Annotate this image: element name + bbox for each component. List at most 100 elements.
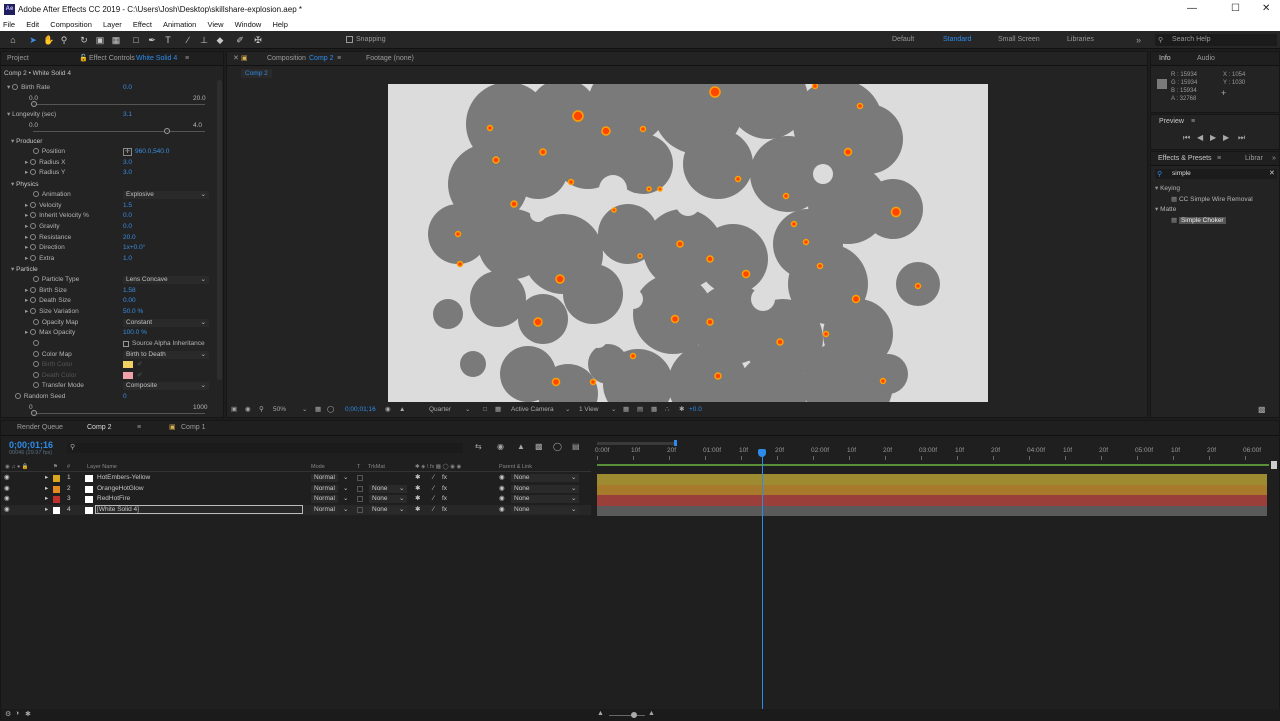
frame-blending-icon[interactable]: ▩ [535, 442, 543, 451]
effects-switch-icon[interactable]: fx [442, 473, 447, 484]
camera-tool-icon[interactable]: ▣ [95, 35, 105, 45]
views-dropdown-icon[interactable]: ⌄ [611, 402, 616, 417]
tab-timeline-comp-1[interactable]: Comp 1 [181, 421, 206, 435]
search-help-field[interactable]: ⚲ Search Help [1155, 34, 1277, 46]
slider-track[interactable] [33, 131, 205, 132]
property-value[interactable]: 0 [123, 392, 127, 403]
stopwatch-icon[interactable] [32, 351, 39, 358]
expand-triangle-icon[interactable]: ▸ [25, 297, 28, 304]
prev-frame-icon[interactable]: ◀ [1197, 133, 1203, 142]
property-group[interactable]: ▾ Particle [11, 265, 38, 276]
effect-row-source-alpha-inheritance[interactable]: Source Alpha Inheritance [1, 339, 213, 350]
preserve-transparency-checkbox[interactable] [357, 475, 363, 481]
effect-row-animation[interactable]: Animation Explosive ⌄ [1, 190, 213, 201]
rotate-tool-icon[interactable]: ↻ [79, 35, 89, 45]
layer-name[interactable]: OrangeHotGlow [97, 484, 144, 495]
panel-menu-icon[interactable]: ≡ [185, 52, 189, 66]
stopwatch-icon[interactable] [30, 308, 37, 315]
mask-visibility-icon[interactable]: ◉ [245, 402, 251, 417]
effect-row-size-variation[interactable]: ▸ Size Variation 50.0 % [1, 307, 213, 318]
effect-row-gravity[interactable]: ▸ Gravity 0.0 [1, 222, 213, 233]
stopwatch-icon[interactable] [12, 84, 19, 91]
comp-mini-flowchart-icon[interactable]: ⇆ [475, 442, 482, 451]
comp-tab-close-icon[interactable]: ✕ [233, 52, 239, 66]
stopwatch-icon[interactable] [32, 276, 39, 283]
expand-triangle-icon[interactable]: ▸ [25, 159, 28, 166]
expand-triangle-icon[interactable]: ▾ [11, 138, 14, 145]
tab-effect-controls[interactable]: Effect Controls [89, 52, 135, 66]
layer-row[interactable]: ◉ ▸ 2 OrangeHotGlow Normal ⌄ None ⌄ ✱ ∕ fx ◉ None ⌄ [1, 484, 591, 495]
property-dropdown[interactable]: Explosive ⌄ [123, 191, 209, 199]
menu-file[interactable]: File [3, 19, 15, 31]
work-area-bar[interactable] [597, 442, 675, 445]
toggle-pixel-aspect-icon[interactable]: ▦ [623, 402, 629, 417]
effect-row-0-0-range[interactable]: 0.0 20.0 [1, 94, 213, 107]
property-value[interactable]: 0.0 [123, 211, 132, 222]
effect-row-particle-type[interactable]: Particle Type Lens Concave ⌄ [1, 275, 213, 286]
tab-timeline-comp-2[interactable]: Comp 2 [87, 421, 112, 435]
stopwatch-icon[interactable] [32, 361, 39, 368]
zoom-in-icon[interactable]: ▲ [648, 710, 655, 717]
workspace-standard[interactable]: Standard [943, 36, 971, 43]
stopwatch-icon[interactable] [30, 234, 37, 241]
visibility-eye-icon[interactable]: ◉ [4, 505, 10, 516]
reset-exposure-icon[interactable]: ✱ [679, 402, 684, 417]
property-value[interactable]: 960.0,540.0 [135, 147, 169, 158]
flowchart-icon[interactable]: ∴ [665, 402, 669, 417]
puppet-tool-icon[interactable]: ✠ [253, 35, 263, 45]
layer-mode-select[interactable]: Normal [311, 484, 338, 493]
effect-row-longevity-sec[interactable]: ▾ Longevity (sec) 3.1 [1, 110, 213, 121]
maximize-button[interactable]: ☐ [1231, 3, 1240, 14]
effect-row-resistance[interactable]: ▸ Resistance 20.0 [1, 233, 213, 244]
quality-switch-icon[interactable]: ∕ [433, 473, 434, 484]
parent-select[interactable]: None [511, 474, 579, 482]
effect-row-inherit-velocity[interactable]: ▸ Inherit Velocity % 0.0 [1, 211, 213, 222]
stopwatch-icon[interactable] [30, 169, 37, 176]
comp-breadcrumb[interactable]: Comp 2 [241, 69, 272, 78]
effect-row-direction[interactable]: ▸ Direction 1x+0.0° [1, 243, 213, 254]
expand-triangle-icon[interactable]: ▾ [7, 84, 10, 91]
last-frame-icon[interactable]: ⏭ [1238, 133, 1245, 143]
work-area-end-handle[interactable] [674, 440, 677, 446]
comp-lock-icon[interactable]: ▣ [241, 52, 248, 66]
tab-effects-presets[interactable]: Effects & Presets [1158, 152, 1212, 166]
property-dropdown[interactable]: Birth to Death ⌄ [123, 351, 209, 359]
menu-layer[interactable]: Layer [103, 19, 122, 31]
type-tool-icon[interactable]: T [163, 35, 173, 45]
property-dropdown[interactable]: Composite ⌄ [123, 382, 209, 390]
menu-help[interactable]: Help [272, 19, 287, 31]
resolution-magnify-icon[interactable]: ⚲ [259, 402, 264, 417]
hand-tool-icon[interactable]: ✋ [43, 35, 54, 45]
effects-search-field[interactable]: ⚲ simple ✕ [1155, 169, 1277, 179]
eraser-tool-icon[interactable]: ◆ [215, 35, 225, 45]
slider-track[interactable] [33, 104, 205, 105]
expand-triangle-icon[interactable]: ▸ [25, 234, 28, 241]
pan-behind-tool-icon[interactable]: ▦ [111, 35, 121, 45]
slider-knob[interactable] [31, 410, 37, 416]
stopwatch-icon[interactable] [30, 255, 37, 262]
tab-info[interactable]: Info [1159, 52, 1171, 66]
first-frame-icon[interactable]: ⏮ [1183, 133, 1190, 143]
effect-row-color-map[interactable]: Color Map Birth to Death ⌄ [1, 350, 213, 361]
stopwatch-icon[interactable] [30, 202, 37, 209]
camera-view-select[interactable]: Active Camera [511, 402, 554, 417]
play-icon[interactable]: ▶ [1210, 133, 1216, 142]
effect-simple-choker[interactable]: ▦ Simple Choker [1155, 216, 1279, 227]
visibility-eye-icon[interactable]: ◉ [4, 494, 10, 505]
layer-mode-select[interactable]: Normal [311, 495, 338, 503]
effect-row-birth-rate[interactable]: ▾ Birth Rate 0.0 [1, 83, 213, 94]
delete-icon[interactable]: ▩ [1258, 405, 1266, 414]
clear-search-icon[interactable]: ✕ [1269, 169, 1275, 177]
minimize-button[interactable]: — [1187, 3, 1197, 14]
effect-row-birth-size[interactable]: ▸ Birth Size 1.58 [1, 286, 213, 297]
region-of-interest-icon[interactable]: □ [483, 402, 487, 417]
resolution-dropdown-icon[interactable]: ⌄ [465, 402, 470, 417]
next-frame-icon[interactable]: ▶ [1223, 133, 1229, 142]
layer-duration-bar[interactable] [597, 484, 1267, 495]
motion-blur-icon[interactable]: ◯ [553, 442, 562, 451]
expand-triangle-icon[interactable]: ▸ [25, 308, 28, 315]
effect-row-max-opacity[interactable]: ▸ Max Opacity 100.0 % [1, 328, 213, 339]
effect-controls-layer-name[interactable]: White Solid 4 [136, 52, 177, 66]
composition-canvas[interactable] [388, 84, 988, 402]
quality-switch-icon[interactable]: ∕ [433, 484, 434, 495]
